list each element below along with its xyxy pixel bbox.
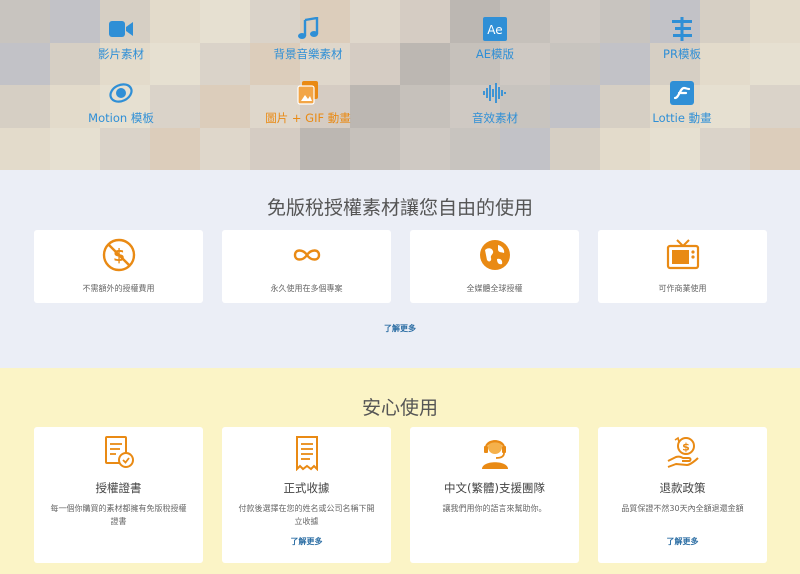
- feature-card-text: 全媒體全球授權: [466, 284, 523, 293]
- learn-more-link[interactable]: 了解更多: [598, 536, 767, 547]
- category-motion[interactable]: Motion 模板: [41, 80, 201, 126]
- assurance-description: 付款後選擇在您的姓名或公司名稱下開立收據: [238, 504, 375, 526]
- feature-card-text: 可作商業使用: [658, 284, 707, 293]
- section-title: 安心使用: [361, 397, 438, 419]
- ae-logo-icon: Ae: [482, 16, 508, 42]
- category-grid: 影片素材 背景音樂素材 Ae AE模版 PR模板 Motion 模板 圖片 + …: [0, 0, 800, 170]
- category-images-gif[interactable]: 圖片 + GIF 動畫: [228, 80, 388, 126]
- assurance-description: 每一個你購買的素材都擁有免版稅授權證書: [50, 504, 187, 526]
- assurance-card-row: 授權證書 每一個你購買的素材都擁有免版稅授權證書 正式收據 付款後選擇在您的姓名…: [34, 427, 767, 563]
- motion-logo-icon: [108, 80, 134, 106]
- category-video[interactable]: 影片素材: [41, 16, 201, 62]
- feature-card-no-fee: $ 不需額外的授權費用: [34, 230, 203, 303]
- learn-more-link[interactable]: 了解更多: [0, 323, 800, 334]
- royalty-free-section: 免版稅授權素材讓您自由的使用 $ 不需額外的授權費用 永久使用在多個專案 全媒體…: [0, 170, 800, 368]
- feature-card-text: 不需額外的授權費用: [82, 284, 155, 293]
- assurance-heading: 退款政策: [659, 481, 706, 495]
- learn-more-link[interactable]: 了解更多: [222, 536, 391, 547]
- category-label: Lottie 動畫: [652, 111, 712, 125]
- assurance-card-certificate: 授權證書 每一個你購買的素材都擁有免版稅授權證書: [34, 427, 203, 563]
- feature-card-text: 永久使用在多個專案: [270, 284, 343, 293]
- image-gif-icon: [295, 80, 321, 106]
- category-label: 音效素材: [472, 111, 518, 125]
- category-label: Motion 模板: [88, 111, 154, 125]
- feature-card-row: $ 不需額外的授權費用 永久使用在多個專案 全媒體全球授權 可作商業使用: [34, 230, 767, 303]
- category-pr-templates[interactable]: PR模板: [602, 16, 762, 62]
- category-label: AE模版: [475, 47, 515, 61]
- svg-text:Ae: Ae: [487, 23, 502, 37]
- feature-card-worldwide: 全媒體全球授權: [410, 230, 579, 303]
- assurance-heading: 授權證書: [95, 481, 142, 495]
- globe-icon: [478, 238, 512, 272]
- category-music[interactable]: 背景音樂素材: [228, 16, 388, 62]
- refund-hand-icon: $: [666, 435, 700, 471]
- assurance-heading: 中文(繁體)支援團隊: [444, 481, 545, 495]
- section-title: 免版稅授權素材讓您自由的使用: [266, 197, 533, 219]
- assurance-heading: 正式收據: [283, 481, 330, 495]
- pr-sliders-icon: [669, 16, 695, 42]
- category-label: 圖片 + GIF 動畫: [265, 111, 351, 125]
- sound-wave-icon: [482, 80, 508, 106]
- svg-text:$: $: [682, 441, 690, 454]
- tv-icon: [666, 238, 700, 272]
- no-fee-icon: $: [102, 238, 136, 272]
- category-sound-effects[interactable]: 音效素材: [415, 80, 575, 126]
- receipt-icon: [290, 435, 324, 472]
- category-hero: 影片素材 背景音樂素材 Ae AE模版 PR模板 Motion 模板 圖片 + …: [0, 0, 800, 170]
- video-camera-icon: [108, 16, 134, 42]
- infinity-icon: [290, 238, 324, 272]
- category-label: PR模板: [663, 47, 701, 61]
- category-label: 背景音樂素材: [273, 47, 343, 61]
- feature-card-perpetual: 永久使用在多個專案: [222, 230, 391, 303]
- category-label: 影片素材: [98, 47, 144, 61]
- category-lottie[interactable]: Lottie 動畫: [602, 80, 762, 126]
- assurance-description: 品質保證不然30天內全額退還金額: [621, 504, 744, 513]
- music-note-icon: [295, 16, 321, 42]
- certificate-icon: [102, 435, 136, 471]
- category-ae-templates[interactable]: Ae AE模版: [415, 16, 575, 62]
- support-agent-icon: [478, 435, 512, 471]
- lottie-logo-icon: [669, 80, 695, 106]
- assurance-card-support: 中文(繁體)支援團隊 讓我們用你的語言來幫助你。: [410, 427, 579, 563]
- assurance-description: 讓我們用你的語言來幫助你。: [442, 504, 547, 513]
- peace-of-mind-section: 安心使用 授權證書 每一個你購買的素材都擁有免版稅授權證書 正式收據 付款後選擇…: [0, 368, 800, 574]
- assurance-card-refund: $ 退款政策 品質保證不然30天內全額退還金額 了解更多: [598, 427, 767, 563]
- assurance-card-receipt: 正式收據 付款後選擇在您的姓名或公司名稱下開立收據 了解更多: [222, 427, 391, 563]
- feature-card-commercial: 可作商業使用: [598, 230, 767, 303]
